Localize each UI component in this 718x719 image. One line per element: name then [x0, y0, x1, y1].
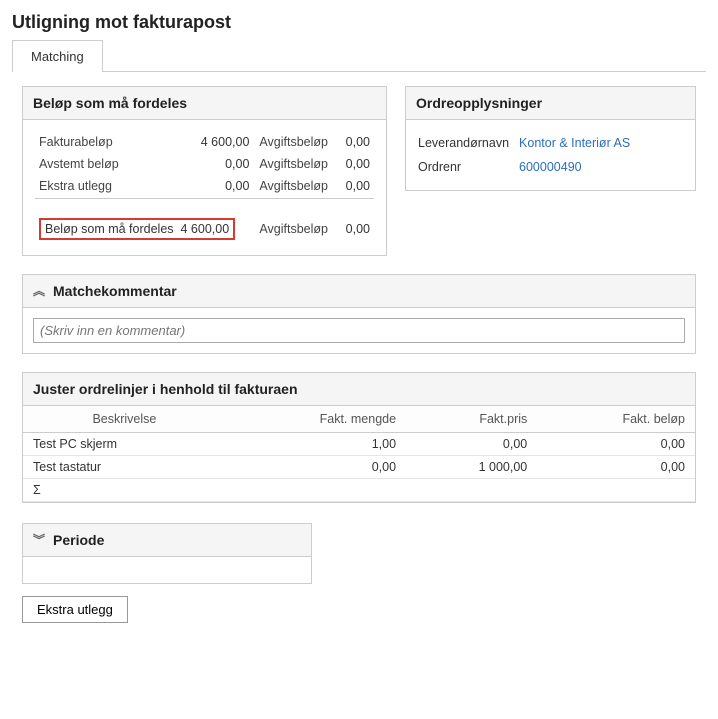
adjust-panel-title: Juster ordrelinjer i henhold til faktura… [23, 373, 695, 406]
periode-panel-header[interactable]: ︾ Periode [23, 524, 311, 557]
amounts-panel-title: Beløp som må fordeles [23, 87, 386, 120]
amounts-row: Avstemt beløp 0,00 Avgiftsbeløp 0,00 [35, 154, 374, 174]
row-value: 4 600,00 [168, 132, 253, 152]
total-label: Beløp som må fordeles [45, 222, 174, 236]
sum-label: Σ [23, 479, 222, 502]
sum-row: Σ [23, 479, 695, 502]
adjust-panel: Juster ordrelinjer i henhold til faktura… [22, 372, 696, 503]
total-highlight: Beløp som må fordeles 4 600,00 [39, 218, 235, 240]
row-fee-value: 0,00 [339, 176, 374, 196]
comment-panel-header[interactable]: ︽ Matchekommentar [23, 275, 695, 308]
order-info-title: Ordreopplysninger [406, 87, 695, 120]
collapse-up-icon: ︽ [33, 285, 45, 297]
table-row[interactable]: Test tastatur 0,00 1 000,00 0,00 [23, 456, 695, 479]
expand-down-icon: ︾ [33, 534, 45, 546]
extra-utlegg-button[interactable]: Ekstra utlegg [22, 596, 128, 623]
row-fee-label: Avgiftsbeløp [255, 132, 337, 152]
amounts-table: Fakturabeløp 4 600,00 Avgiftsbeløp 0,00 … [33, 130, 376, 245]
row-value: 0,00 [168, 176, 253, 196]
cell-amount: 0,00 [537, 433, 695, 456]
table-row[interactable]: Test PC skjerm 1,00 0,00 0,00 [23, 433, 695, 456]
periode-panel: ︾ Periode [22, 523, 312, 584]
col-desc: Beskrivelse [23, 406, 222, 433]
amounts-row: Ekstra utlegg 0,00 Avgiftsbeløp 0,00 [35, 176, 374, 196]
amounts-panel: Beløp som må fordeles Fakturabeløp 4 600… [22, 86, 387, 256]
row-label: Ekstra utlegg [35, 176, 166, 196]
periode-panel-title: Periode [53, 532, 104, 548]
row-value: 0,00 [168, 154, 253, 174]
tab-bar: Matching [12, 39, 706, 72]
col-price: Fakt.pris [406, 406, 537, 433]
supplier-label: Leverandørnavn [418, 132, 517, 154]
col-qty: Fakt. mengde [222, 406, 406, 433]
comment-panel-title: Matchekommentar [53, 283, 177, 299]
amounts-row: Fakturabeløp 4 600,00 Avgiftsbeløp 0,00 [35, 132, 374, 152]
row-label: Fakturabeløp [35, 132, 166, 152]
cell-qty: 0,00 [222, 456, 406, 479]
cell-qty: 1,00 [222, 433, 406, 456]
order-info-panel: Ordreopplysninger Leverandørnavn Kontor … [405, 86, 696, 191]
col-amount: Fakt. beløp [537, 406, 695, 433]
amounts-total-row: Beløp som må fordeles 4 600,00 Avgiftsbe… [35, 210, 374, 243]
comment-input[interactable] [33, 318, 685, 343]
supplier-link[interactable]: Kontor & Interiør AS [519, 136, 630, 150]
total-value: 4 600,00 [180, 222, 229, 236]
cell-desc: Test PC skjerm [23, 433, 222, 456]
cell-amount: 0,00 [537, 456, 695, 479]
cell-desc: Test tastatur [23, 456, 222, 479]
orderno-link[interactable]: 600000490 [519, 160, 582, 174]
row-fee-label: Avgiftsbeløp [255, 154, 337, 174]
row-fee-value: 0,00 [339, 154, 374, 174]
total-fee-label: Avgiftsbeløp [255, 210, 337, 243]
tab-matching[interactable]: Matching [12, 40, 103, 72]
adjust-table: Beskrivelse Fakt. mengde Fakt.pris Fakt.… [23, 406, 695, 502]
total-fee-value: 0,00 [339, 210, 374, 243]
row-fee-value: 0,00 [339, 132, 374, 152]
row-label: Avstemt beløp [35, 154, 166, 174]
orderno-label: Ordrenr [418, 156, 517, 178]
row-fee-label: Avgiftsbeløp [255, 176, 337, 196]
page-title: Utligning mot fakturapost [12, 12, 706, 33]
cell-price: 1 000,00 [406, 456, 537, 479]
comment-panel: ︽ Matchekommentar [22, 274, 696, 354]
cell-price: 0,00 [406, 433, 537, 456]
